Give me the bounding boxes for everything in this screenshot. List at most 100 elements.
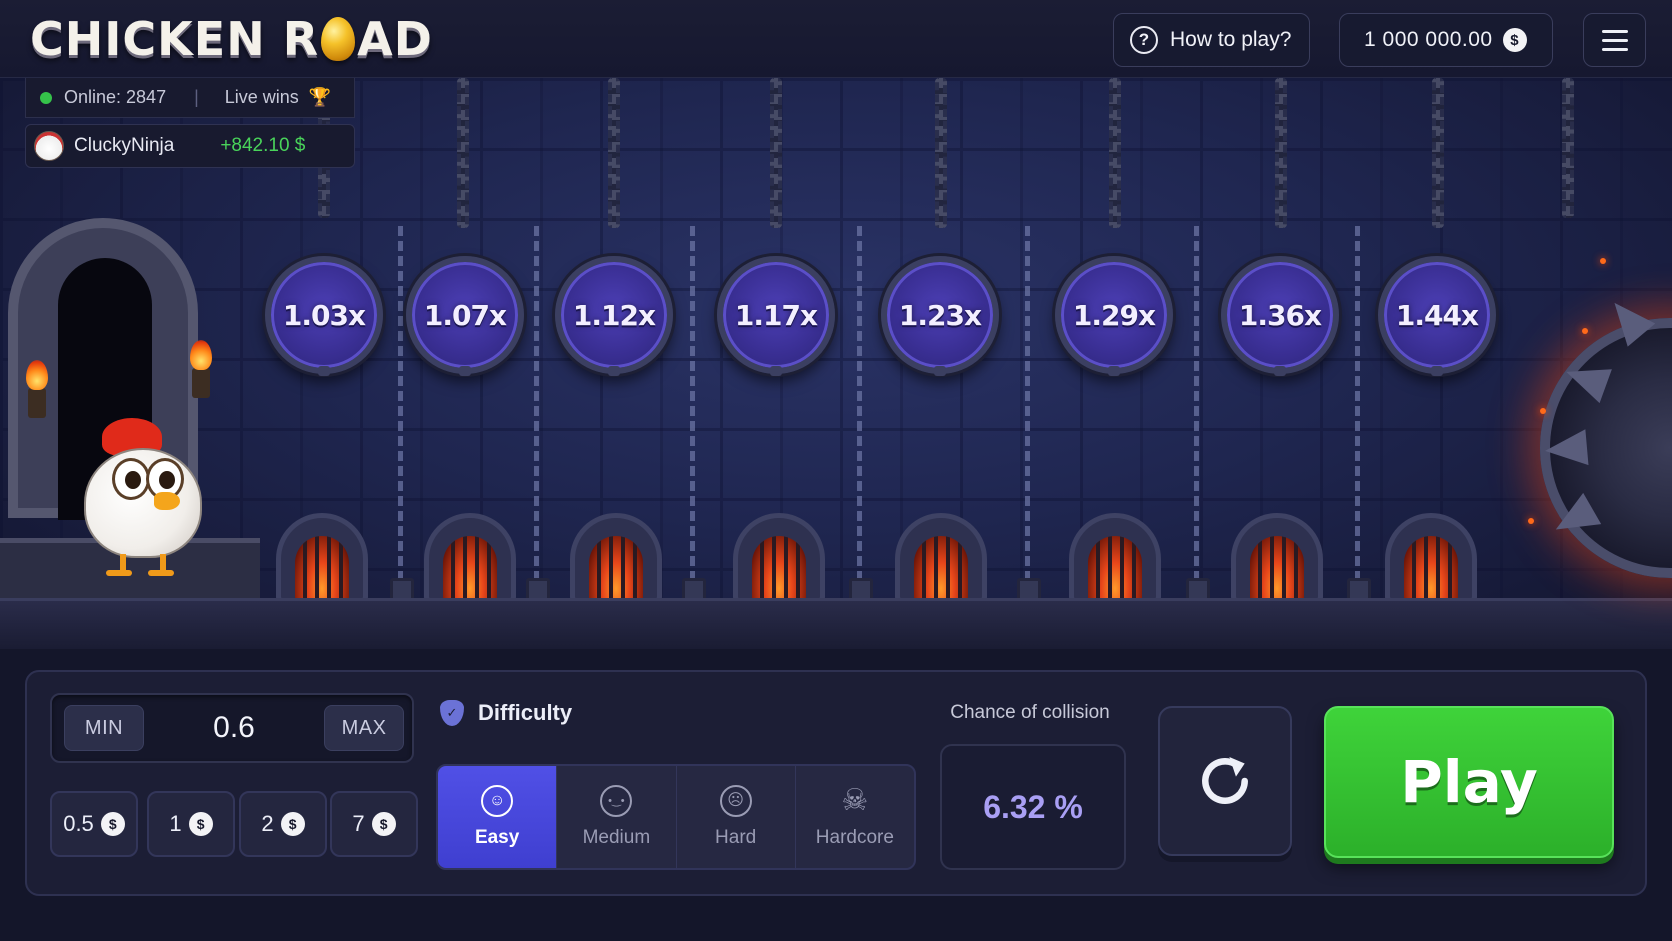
chain — [1562, 78, 1574, 218]
quick-bet-button[interactable]: 7 $ — [330, 791, 418, 857]
smile-icon: ☺ — [481, 785, 514, 817]
difficulty-easy-tab[interactable]: ☺ Easy — [438, 766, 558, 868]
chain — [1275, 78, 1287, 228]
avatar — [34, 131, 64, 161]
quick-bet-button[interactable]: 0.5 $ — [50, 791, 138, 857]
online-status-dot — [40, 91, 52, 104]
multiplier-coin-3: 1.12x — [555, 256, 673, 374]
live-win-entry: CluckyNinja +842.10 $ — [25, 124, 355, 168]
balance-display[interactable]: 1 000 000.00 $ — [1339, 13, 1553, 67]
online-bar: Online: 2847 | Live wins 🏆 — [25, 78, 355, 118]
refresh-icon — [1202, 756, 1248, 804]
top-bar: CHICKEN R AD ? How to play? 1 000 000.00… — [0, 0, 1672, 78]
chicken-foot — [148, 570, 174, 576]
multiplier-value: 1.23x — [898, 298, 982, 332]
divider: | — [194, 87, 199, 107]
menu-button[interactable] — [1583, 13, 1646, 67]
difficulty-hard-tab[interactable]: ☹ Hard — [677, 766, 796, 868]
min-bet-button[interactable]: MIN — [64, 705, 144, 751]
furnace — [1231, 513, 1323, 603]
torch — [192, 368, 210, 398]
multiplier-coin-2: 1.07x — [406, 256, 524, 374]
reload-button[interactable] — [1158, 706, 1292, 856]
dollar-coin-icon: $ — [100, 812, 125, 836]
ember — [1582, 328, 1588, 334]
chicken-eye — [112, 458, 150, 500]
game-logo: CHICKEN R AD — [30, 10, 433, 68]
play-button[interactable]: Play — [1324, 706, 1614, 858]
difficulty-title: Difficulty — [478, 700, 573, 725]
multiplier-value: 1.07x — [423, 298, 507, 332]
bet-amount-input[interactable]: 0.6 — [172, 705, 296, 751]
chain — [935, 78, 947, 228]
quick-bet-amount: 7 — [352, 811, 365, 836]
chicken-character — [76, 418, 208, 576]
difficulty-label: Hard — [715, 827, 757, 848]
chain — [457, 78, 469, 228]
flame-icon — [190, 340, 212, 370]
saw-spike — [1543, 429, 1589, 469]
shield-icon: ✓ — [440, 700, 464, 726]
how-to-play-button[interactable]: ? How to play? — [1113, 13, 1310, 67]
online-count: Online: 2847 — [64, 87, 167, 107]
multiplier-coin-1: 1.03x — [265, 256, 383, 374]
multiplier-coin-8: 1.44x — [1378, 256, 1496, 374]
quick-bet-button[interactable]: 2 $ — [239, 791, 327, 857]
multiplier-value: 1.03x — [282, 298, 366, 332]
live-wins-label[interactable]: Live wins — [225, 87, 299, 108]
multiplier-value: 1.44x — [1395, 298, 1479, 332]
how-to-play-label: How to play? — [1170, 28, 1292, 51]
hamburger-icon — [1601, 29, 1628, 33]
balance-value: 1 000 000.00 — [1364, 28, 1493, 51]
chain — [1432, 78, 1444, 228]
bet-amount-control: MIN 0.6 MAX — [50, 693, 414, 763]
multiplier-coin-6: 1.29x — [1055, 256, 1173, 374]
chain — [1109, 78, 1121, 228]
quick-bet-button[interactable]: 1 $ — [147, 791, 235, 857]
difficulty-hardcore-tab[interactable]: ☠ Hardcore — [796, 766, 914, 868]
logo-text-right: AD — [357, 12, 433, 66]
trophy-icon: 🏆 — [308, 87, 332, 107]
winner-name: CluckyNinja — [74, 135, 175, 156]
chicken-beak — [154, 492, 180, 510]
dollar-coin-icon: $ — [371, 812, 396, 836]
golden-egg-icon — [321, 17, 356, 61]
stone-floor — [0, 598, 1672, 649]
furnace — [1069, 513, 1161, 603]
hamburger-icon — [1601, 47, 1628, 51]
difficulty-selector: ☺ Easy •‿• Medium ☹ Hard ☠ Hardcore — [436, 764, 916, 870]
angry-face-icon: ☹ — [719, 785, 752, 817]
chicken-foot — [106, 570, 132, 576]
furnace — [424, 513, 516, 603]
multiplier-value: 1.12x — [572, 298, 656, 332]
difficulty-medium-tab[interactable]: •‿• Medium — [557, 766, 677, 868]
torch — [28, 388, 46, 418]
collision-chance-value: 6.32 % — [940, 744, 1126, 870]
ember — [1540, 408, 1546, 414]
multiplier-value: 1.17x — [734, 298, 818, 332]
max-bet-button[interactable]: MAX — [324, 705, 404, 751]
difficulty-label: Easy — [474, 827, 520, 848]
dollar-coin-icon: $ — [1502, 28, 1527, 52]
dollar-coin-icon: $ — [188, 812, 213, 836]
furnace — [1385, 513, 1477, 603]
ember — [1600, 258, 1606, 264]
furnace — [276, 513, 368, 603]
difficulty-label: Medium — [582, 827, 651, 848]
chain — [770, 78, 782, 228]
quick-bet-amount: 1 — [169, 811, 182, 836]
furnace — [895, 513, 987, 603]
quick-bet-amount: 0.5 — [63, 811, 94, 836]
difficulty-label: Hardcore — [815, 827, 894, 848]
furnace — [733, 513, 825, 603]
question-icon: ? — [1130, 26, 1158, 54]
furnace — [570, 513, 662, 603]
multiplier-coin-4: 1.17x — [717, 256, 835, 374]
flame-icon — [26, 360, 48, 390]
multiplier-coin-7: 1.36x — [1221, 256, 1339, 374]
collision-chance-label: Chance of collision — [950, 702, 1110, 723]
quick-bet-amount: 2 — [261, 811, 274, 836]
winner-amount: +842.10 $ — [220, 135, 306, 156]
logo-text-left: CHICKEN R — [30, 12, 320, 66]
skull-icon: ☠ — [841, 784, 869, 817]
